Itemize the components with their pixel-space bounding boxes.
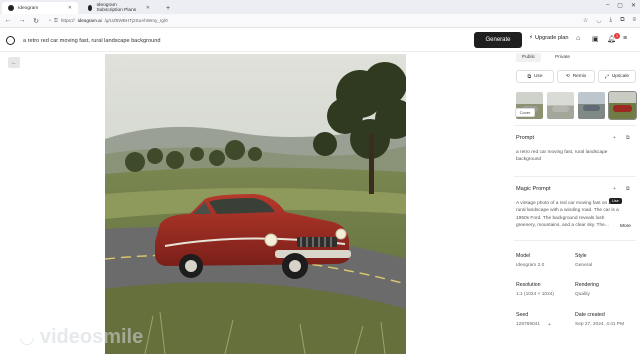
tab-close-icon[interactable]: ✕ <box>68 5 72 11</box>
extensions-icon[interactable]: ⧉ <box>620 17 624 24</box>
tab-label: Ideogram Subscription Plans <box>96 3 137 13</box>
download-icon[interactable]: ⤓ <box>610 17 613 24</box>
plus-icon[interactable]: + <box>613 186 616 192</box>
close-window-icon[interactable]: ✕ <box>631 2 636 9</box>
thumbnail-3[interactable] <box>578 92 605 119</box>
ideogram-favicon-icon <box>88 5 93 11</box>
reload-icon[interactable]: ↻ <box>32 17 40 25</box>
cover-label[interactable]: Cover <box>515 108 535 117</box>
upscale-button[interactable]: ⤢ Upscale <box>598 70 636 83</box>
divider <box>514 176 636 177</box>
divider <box>514 125 636 126</box>
tab-label: Ideogram <box>18 5 39 11</box>
upgrade-plan-button[interactable]: ⚡ Upgrade plan <box>529 35 569 41</box>
star-icon[interactable]: ☆ <box>583 17 588 24</box>
copy-icon[interactable]: ⧉ <box>626 186 630 192</box>
ideogram-logo-icon[interactable] <box>6 36 15 45</box>
rendering-label: Rendering <box>575 282 599 288</box>
home-icon[interactable]: ⌂ <box>576 35 580 42</box>
retro-car-illustration <box>105 54 406 354</box>
browser-toolbar-right: ☆ ◡ ⤓ ⧉ ≡ <box>583 17 636 24</box>
plus-icon[interactable]: + <box>613 135 616 141</box>
prompt-input[interactable]: a retro red car moving fast, rural lands… <box>20 33 472 48</box>
url-path: /g/UZ8WBHTj2SuAhWmy_rg/0 <box>104 18 168 23</box>
maximize-icon[interactable]: ▢ <box>617 2 623 9</box>
notification-badge: 1 <box>614 33 620 39</box>
model-value: Ideogram 2.0 <box>516 263 545 268</box>
browser-navbar: ← → ↻ ◔ ⚿ https://ideogram.ai/g/UZ8WBHTj… <box>0 14 640 28</box>
app-header: a retro red car moving fast, rural lands… <box>0 29 640 52</box>
use-label: Use <box>533 74 543 79</box>
seed-value: 128769041 <box>516 322 541 327</box>
browser-tabbar: Ideogram ✕ Ideogram Subscription Plans ✕… <box>0 0 640 14</box>
rendering-value: Quality <box>575 292 590 297</box>
remix-label: Remix <box>572 74 587 79</box>
style-value: General <box>575 263 593 268</box>
hamburger-menu-icon[interactable]: ≡ <box>623 35 627 42</box>
copy-icon: ⧉ <box>527 74 531 80</box>
address-bar[interactable]: ◔ ⚿ https://ideogram.ai/g/UZ8WBHTj2SuAhW… <box>46 16 168 26</box>
browser-tab-ideogram[interactable]: Ideogram ✕ <box>2 2 78 14</box>
ideogram-favicon-icon <box>8 5 14 11</box>
date-created-label: Date created <box>575 312 605 318</box>
seed-label: Seed <box>516 312 529 318</box>
copy-icon[interactable]: ⧉ <box>626 135 630 141</box>
action-buttons: ⧉ Use ⟲ Remix ⤢ Upscale <box>516 70 636 83</box>
more-link[interactable]: More <box>620 224 631 229</box>
thumbnail-2[interactable] <box>547 92 574 119</box>
lock-icon: ⚿ <box>54 17 58 24</box>
minimize-icon[interactable]: – <box>606 2 609 9</box>
visibility-tabs: Public Private <box>516 52 576 62</box>
url-host: ideogram.ai <box>77 18 102 23</box>
watermark-text: videosmile <box>39 326 144 348</box>
prompt-text: a retro red car moving fast, rural lands… <box>516 150 608 163</box>
browser-tab-subscription[interactable]: Ideogram Subscription Plans ✕ <box>82 2 156 14</box>
style-label: Style <box>575 253 587 259</box>
magic-prompt-title: Magic Prompt <box>516 186 551 192</box>
plus-icon: + <box>166 4 171 12</box>
creations-icon[interactable]: ▣ <box>592 35 599 43</box>
use-button[interactable]: ⧉ Use <box>516 70 554 83</box>
close-back-button[interactable]: ← <box>8 57 20 68</box>
lightning-icon: ⚡ <box>529 35 533 41</box>
tab-close-icon[interactable]: ✕ <box>146 5 150 11</box>
remix-button[interactable]: ⟲ Remix <box>557 70 595 83</box>
generate-button[interactable]: Generate <box>474 32 522 48</box>
generated-image[interactable] <box>105 54 406 354</box>
remix-icon: ⟲ <box>565 74 570 79</box>
tab-private[interactable]: Private <box>549 53 576 62</box>
upscale-label: Upscale <box>611 74 630 79</box>
menu-icon[interactable]: ≡ <box>632 17 636 24</box>
arrow-left-icon: ← <box>11 59 17 66</box>
shield-icon: ◔ <box>48 17 52 24</box>
upscale-icon: ⤢ <box>604 74 609 80</box>
videosmile-watermark: ◡ videosmile <box>20 326 143 349</box>
pocket-icon[interactable]: ◡ <box>596 17 601 24</box>
divider <box>514 240 636 241</box>
plus-icon[interactable]: + <box>548 322 551 328</box>
resolution-label: Resolution <box>516 282 541 288</box>
image-details-panel: Public Private ⧉ Use ⟲ Remix ⤢ Upscale C… <box>510 52 640 360</box>
new-tab-button[interactable]: + <box>160 2 176 14</box>
prompt-title: Prompt <box>516 135 535 141</box>
upgrade-label: Upgrade plan <box>534 35 569 41</box>
smile-logo-icon: ◡ <box>20 327 34 347</box>
forward-arrow-icon[interactable]: → <box>18 17 26 24</box>
back-arrow-icon[interactable]: ← <box>4 17 12 24</box>
magic-prompt-text: A vintage photo of a red car moving fast… <box>516 201 619 229</box>
thumbnail-4-selected[interactable] <box>608 91 637 120</box>
window-controls: – ▢ ✕ <box>606 2 636 9</box>
resolution-value: 1:1 (1024 × 1024) <box>516 292 555 297</box>
tab-public[interactable]: Public <box>516 52 542 62</box>
date-created-value: Sep 27, 2024, 4:41 PM <box>575 322 625 327</box>
url-prefix: https:// <box>60 18 75 23</box>
model-label: Model <box>516 253 531 259</box>
